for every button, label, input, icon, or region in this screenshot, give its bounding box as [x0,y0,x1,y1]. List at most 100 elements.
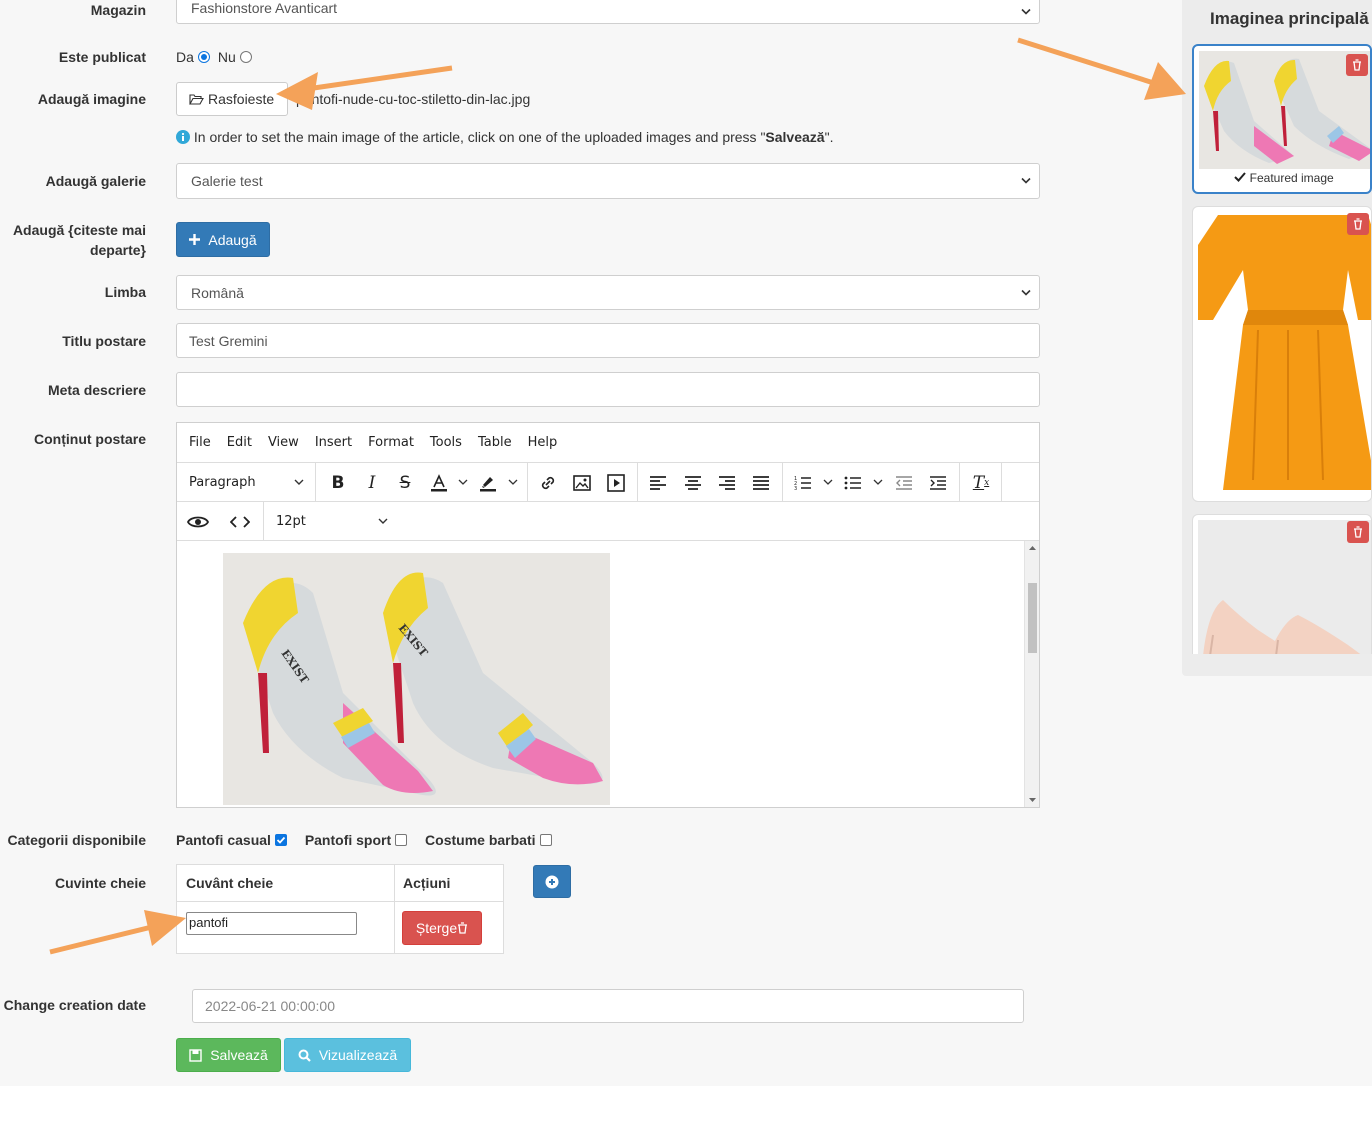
image-card-nude-shoes[interactable] [1192,514,1372,654]
editor-content[interactable]: EXIST EXIST [177,541,1025,807]
delete-image-button[interactable] [1347,521,1369,543]
chevron-down-icon[interactable] [872,463,884,502]
menu-file[interactable]: File [189,435,211,450]
indent-icon[interactable] [927,463,949,502]
creation-date-input[interactable]: 2022-06-21 00:00:00 [192,989,1024,1023]
align-justify-icon[interactable] [750,463,772,502]
scroll-down-icon[interactable] [1025,795,1040,805]
menu-table[interactable]: Table [478,435,512,450]
trash-icon [1354,526,1362,538]
outdent-icon[interactable] [893,463,915,502]
block-format-select[interactable]: Paragraph [189,463,314,502]
trash-icon [1353,59,1361,71]
chevron-down-icon[interactable] [507,463,519,502]
scroll-up-icon[interactable] [1025,543,1040,553]
menu-format[interactable]: Format [368,435,414,450]
menu-help[interactable]: Help [528,435,558,450]
label-citeste-line1: Adaugă {citeste mai [12,222,146,238]
chevron-down-icon[interactable] [822,463,834,502]
align-right-icon[interactable] [716,463,738,502]
add-read-more-label: Adaugă [208,231,257,248]
highlight-color-icon[interactable] [477,463,499,502]
clear-formatting-icon[interactable]: Tx [970,463,992,502]
radio-nu[interactable] [239,51,252,63]
titlu-input[interactable]: Test Gremini [176,323,1040,358]
menu-insert[interactable]: Insert [315,435,352,450]
limba-value: Română [191,284,244,301]
source-code-icon[interactable] [229,502,251,541]
category-checkbox-0[interactable] [274,834,287,846]
editor-scrollbar[interactable] [1024,541,1039,807]
label-continut: Conținut postare [34,431,146,447]
trash-icon [458,922,468,934]
category-label-1: Pantofi sport [304,832,392,848]
eye-icon[interactable] [185,502,211,541]
radio-da-label: Da [176,49,194,65]
chevron-down-icon [294,479,304,485]
chevron-down-icon [1021,177,1031,184]
align-left-icon[interactable] [647,463,669,502]
category-checkbox-1[interactable] [395,834,408,846]
featured-image-label: Featured image [1249,171,1334,185]
hint-text-pre: In order to set the main image of the ar… [193,129,766,145]
folder-open-icon [189,94,204,105]
label-publicat: Este publicat [58,49,146,65]
chevron-down-icon[interactable] [457,463,469,502]
label-categorii: Categorii disponibile [7,832,146,848]
align-center-icon[interactable] [682,463,704,502]
label-creation: Change creation date [3,997,146,1013]
label-galerie: Adaugă galerie [45,173,146,189]
keywords-table: Cuvânt cheie Acțiuni pantofi Șterge [176,864,504,954]
link-icon[interactable] [537,463,559,502]
scrollbar-thumb[interactable] [1028,583,1037,653]
featured-image-caption: Featured image [1194,171,1370,185]
image-card-dress[interactable] [1192,206,1372,502]
font-size-select[interactable]: 12pt [276,502,396,541]
add-keyword-button[interactable] [533,865,571,898]
preview-button-label: Vizualizează [318,1047,398,1063]
keyword-input[interactable]: pantofi [186,912,357,935]
save-button-label: Salvează [210,1047,268,1063]
italic-icon[interactable]: I [361,463,383,502]
strikethrough-icon[interactable]: S [394,463,416,502]
meta-input[interactable] [176,372,1040,407]
svg-text:3: 3 [794,486,797,491]
magazin-select[interactable]: Fashionstore Avanticart [176,0,1040,24]
limba-select[interactable]: Română [176,275,1040,310]
editor-menubar: File Edit View Insert Format Tools Table… [177,423,1039,463]
featured-image-card[interactable]: Featured image [1192,44,1372,194]
bullet-list-icon[interactable] [842,463,864,502]
editor-toolbar-1: Paragraph B I S 1 2 3 T x [177,463,1039,502]
delete-image-button[interactable] [1346,54,1368,76]
browse-button[interactable]: Rasfoieste [176,82,288,116]
shoes-image: EXIST EXIST [223,553,610,805]
menu-view[interactable]: View [268,435,299,450]
numbered-list-icon[interactable]: 123 [792,463,814,502]
bold-icon[interactable]: B [327,463,349,502]
delete-image-button[interactable] [1347,213,1369,235]
menu-edit[interactable]: Edit [227,435,252,450]
label-limba: Limba [104,284,146,300]
category-checkbox-2[interactable] [539,834,552,846]
save-button[interactable]: Salvează [176,1038,281,1072]
preview-button[interactable]: Vizualizează [284,1038,411,1072]
galerie-select[interactable]: Galerie test [176,163,1040,199]
thumb-dress [1198,210,1371,500]
main-image-hint: In order to set the main image of the ar… [176,127,833,147]
plus-icon [189,234,201,245]
col-keyword: Cuvânt cheie [186,875,274,891]
delete-keyword-button[interactable]: Șterge [402,911,482,945]
menu-tools[interactable]: Tools [430,435,462,450]
label-citeste-line2: departe} [89,242,146,258]
label-magazin: Magazin [90,2,146,18]
insert-media-icon[interactable] [605,463,627,502]
radio-da[interactable] [197,51,210,63]
hint-text-post: ". [824,129,834,145]
block-format-value: Paragraph [189,475,256,490]
editor-toolbar-2: 12pt [177,502,1039,541]
chevron-down-icon [1021,8,1031,15]
add-read-more-button[interactable]: Adaugă [176,222,270,257]
text-color-icon[interactable] [428,463,450,502]
category-checkboxes: Pantofi casual Pantofi sport Costume bar… [176,830,552,850]
insert-image-icon[interactable] [571,463,593,502]
